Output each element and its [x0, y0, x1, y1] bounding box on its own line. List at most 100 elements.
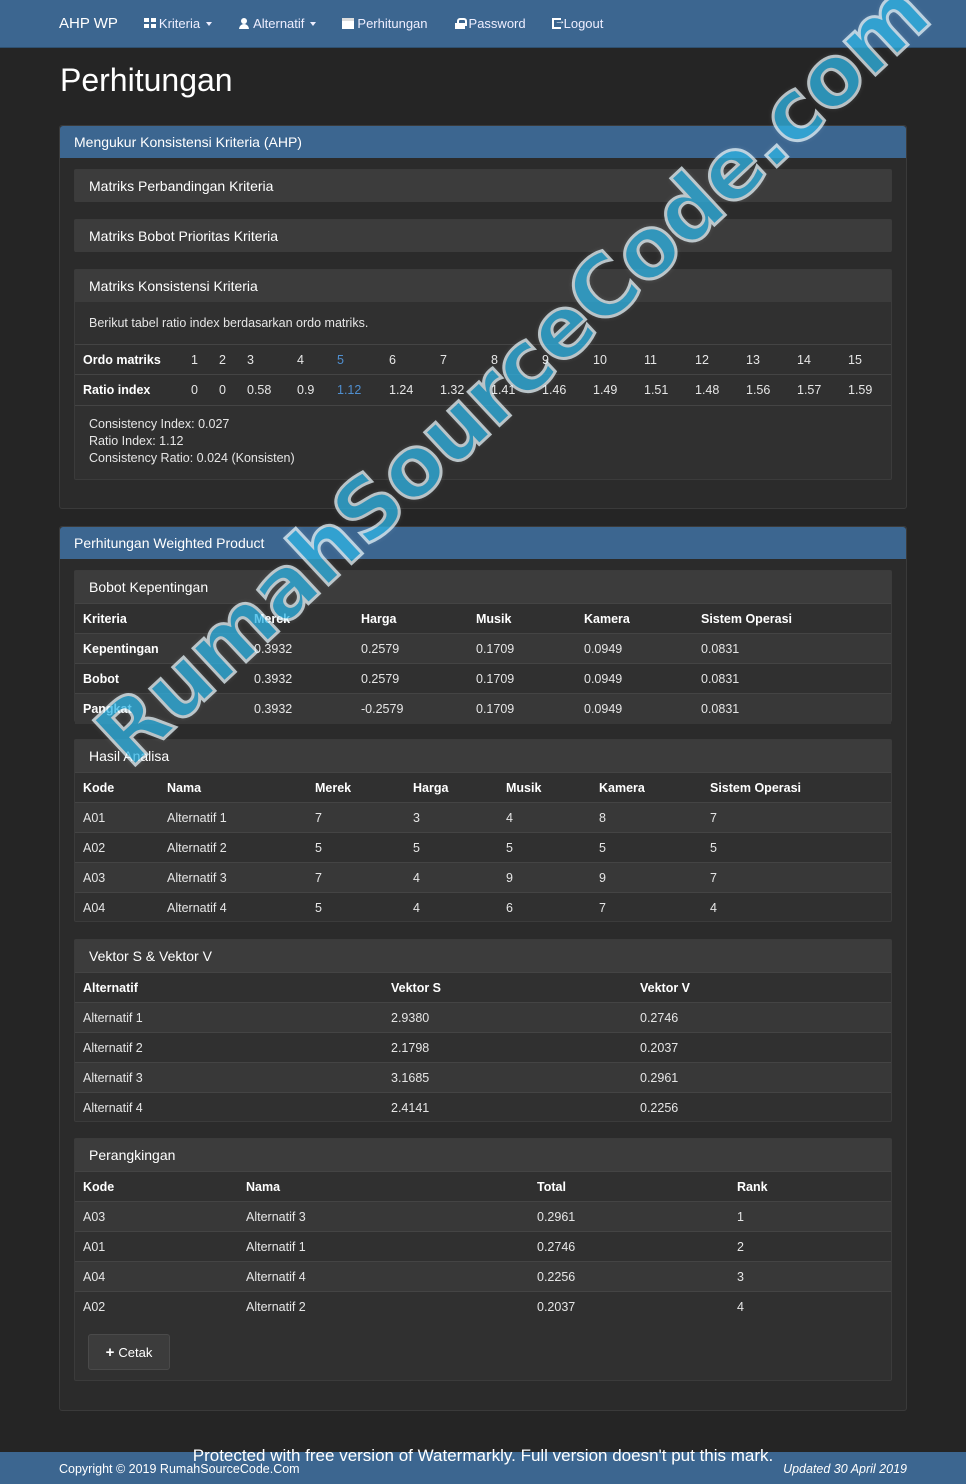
caret-down-icon [310, 21, 317, 26]
table-cell: 0.0949 [576, 633, 693, 664]
ratio-index-note: Berikut tabel ratio index berdasarkan or… [89, 316, 369, 330]
column-header: Kode [75, 772, 159, 803]
table-cell: 0.2579 [353, 633, 468, 664]
nav-kriteria[interactable]: Kriteria [143, 16, 213, 31]
ordo-cell: 14 [789, 344, 840, 375]
table-cell: 0.3932 [246, 633, 353, 664]
table-cell: Alternatif 3 [159, 862, 307, 893]
table-cell: 0.2256 [632, 1092, 891, 1123]
table-cell: 0.2037 [529, 1291, 729, 1322]
analisa-panel: Hasil Analisa Kode Nama Merek Harga Musi… [74, 739, 892, 923]
ratio-cell: 1.49 [585, 374, 636, 405]
table-row: A03 Alternatif 3 0.2961 1 [75, 1201, 891, 1232]
logout-icon [551, 15, 566, 29]
vektor-panel: Vektor S & Vektor V Alternatif Vektor S … [74, 939, 892, 1123]
bobot-heading: Bobot Kepentingan [75, 571, 891, 603]
table-cell: 9 [498, 862, 591, 893]
analisa-heading: Hasil Analisa [75, 740, 891, 772]
table-cell: A01 [75, 1231, 238, 1262]
column-header: Merek [307, 772, 405, 803]
ratio-cell: 1.46 [534, 374, 585, 405]
table-row: Alternatif 2 2.1798 0.2037 [75, 1032, 891, 1063]
watermark-notice: Protected with free version of Watermark… [192, 1446, 774, 1465]
table-cell: 4 [405, 892, 498, 923]
lock-icon [454, 18, 467, 29]
navbar: AHP WP Kriteria Alternatif Perhitungan P… [0, 0, 966, 48]
matriks-perbandingan-panel[interactable]: Matriks Perbandingan Kriteria [74, 169, 892, 202]
ratio-cell: 1.48 [687, 374, 738, 405]
table-row: Pangkat 0.3932 -0.2579 0.1709 0.0949 0.0… [75, 693, 891, 724]
ordo-cell: 13 [738, 344, 789, 375]
calendar-icon [342, 18, 355, 29]
ordo-cell: 15 [840, 344, 891, 375]
table-row: A04 Alternatif 4 0.2256 3 [75, 1261, 891, 1292]
print-button-label: Cetak [118, 1344, 153, 1360]
column-header: Vektor S [383, 972, 632, 1003]
wp-panel-heading: Perhitungan Weighted Product [60, 527, 906, 559]
table-row: A04 Alternatif 4 5 4 6 7 4 [75, 892, 891, 923]
print-button[interactable]: + Cetak [88, 1334, 170, 1370]
column-header: Musik [468, 603, 576, 634]
table-header-row: Kode Nama Total Rank [75, 1171, 891, 1202]
nav-password[interactable]: Password [454, 16, 526, 31]
table-cell: 0.3932 [246, 693, 353, 724]
brand-link[interactable]: AHP WP [59, 15, 118, 32]
table-header-row: Alternatif Vektor S Vektor V [75, 972, 891, 1003]
table-cell: 0.2579 [353, 663, 468, 694]
table-cell: 7 [307, 862, 405, 893]
column-header: Vektor V [632, 972, 891, 1003]
matriks-bobot-panel[interactable]: Matriks Bobot Prioritas Kriteria [74, 219, 892, 252]
table-cell: 0.1709 [468, 693, 576, 724]
table-cell: 0.2037 [632, 1032, 891, 1063]
ratio-index: Ratio Index: 1.12 [89, 433, 184, 448]
table-cell: 5 [405, 832, 498, 863]
table-row: Bobot 0.3932 0.2579 0.1709 0.0949 0.0831 [75, 663, 891, 694]
table-cell: 5 [702, 832, 891, 863]
column-header: Kode [75, 1171, 238, 1202]
column-header: Kamera [576, 603, 693, 634]
column-header: Alternatif [75, 972, 383, 1003]
ordo-cell: 8 [483, 344, 534, 375]
table-cell: 1 [729, 1201, 891, 1232]
table-cell: 7 [702, 802, 891, 833]
matriks-konsistensi-heading[interactable]: Matriks Konsistensi Kriteria [75, 270, 891, 302]
matriks-bobot-heading[interactable]: Matriks Bobot Prioritas Kriteria [75, 220, 891, 252]
ratio-cell: 0 [183, 374, 211, 405]
ratio-cell: 1.56 [738, 374, 789, 405]
ratio-cell: 1.59 [840, 374, 891, 405]
plus-icon: + [105, 1343, 115, 1361]
page-title: Perhitungan [60, 62, 233, 98]
ratio-cell: 1.41 [483, 374, 534, 405]
table-cell: 0.2746 [632, 1002, 891, 1033]
table-cell: Alternatif 1 [75, 1002, 383, 1033]
vektor-table: Alternatif Vektor S Vektor V Alternatif … [75, 972, 891, 1123]
table-cell: 4 [405, 862, 498, 893]
consistency-ratio: Consistency Ratio: 0.024 (Konsisten) [89, 450, 295, 465]
column-header: Harga [405, 772, 498, 803]
table-cell: 7 [307, 802, 405, 833]
nav-perhitungan[interactable]: Perhitungan [342, 16, 428, 31]
analisa-table: Kode Nama Merek Harga Musik Kamera Siste… [75, 772, 891, 923]
vektor-heading: Vektor S & Vektor V [75, 940, 891, 972]
column-header: Nama [238, 1171, 529, 1202]
column-header: Rank [729, 1171, 891, 1202]
table-cell: 4 [729, 1291, 891, 1322]
ratio-index-table: Ordo matriks 1 2 3 4 5 6 7 8 9 10 11 12 … [75, 344, 891, 405]
table-row: A01 Alternatif 1 7 3 4 8 7 [75, 802, 891, 833]
nav-password-label: Password [468, 16, 526, 31]
nav-perhitungan-label: Perhitungan [357, 16, 428, 31]
table-cell: 0.1709 [468, 633, 576, 664]
table-cell: Alternatif 3 [238, 1201, 529, 1232]
nav-alternatif-label: Alternatif [253, 16, 305, 31]
consistency-summary: Consistency Index: 0.027 Ratio Index: 1.… [75, 404, 891, 477]
table-cell: 3.1685 [383, 1062, 632, 1093]
ranking-table: Kode Nama Total Rank A03 Alternatif 3 0.… [75, 1171, 891, 1322]
ratio-cell: 1.32 [432, 374, 483, 405]
grid-icon [143, 18, 156, 29]
matriks-perbandingan-heading[interactable]: Matriks Perbandingan Kriteria [75, 170, 891, 202]
column-header: Nama [159, 772, 307, 803]
nav-alternatif[interactable]: Alternatif [238, 16, 317, 31]
nav-logout[interactable]: Logout [551, 15, 603, 31]
table-row: Kepentingan 0.3932 0.2579 0.1709 0.0949 … [75, 633, 891, 664]
ratio-cell: 0.9 [289, 374, 329, 405]
